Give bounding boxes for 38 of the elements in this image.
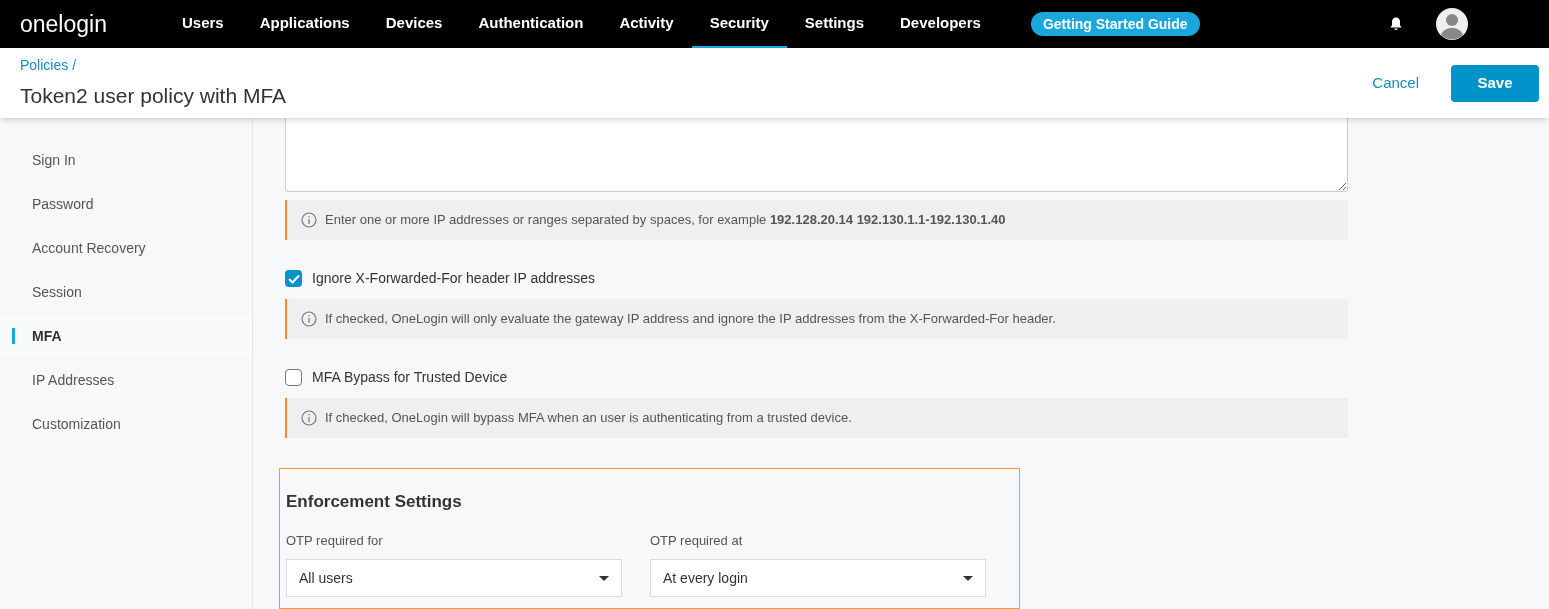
nav-tab[interactable]: Settings: [786, 0, 882, 48]
checkbox[interactable]: [285, 270, 302, 287]
dropdown[interactable]: All users: [286, 559, 622, 597]
info-icon: [301, 212, 317, 228]
hint-text: Enter one or more IP addresses or ranges separated by spaces, for example 192.128.20.14 192.130.1.1-192.130.1.40: [325, 211, 1006, 230]
caret-icon: [963, 575, 973, 581]
nav-tab[interactable]: Developers: [882, 0, 999, 48]
checkbox-label: MFA Bypass for Trusted Device: [312, 368, 508, 387]
breadcrumb-link[interactable]: Policies /: [20, 54, 287, 76]
bell-icon[interactable]: [1388, 16, 1404, 32]
sidebar-item[interactable]: Session: [0, 270, 252, 314]
hint-text: If checked, OneLogin will only evaluate the gateway IP address and ignore the IP addresses from the X-Forwarded-For header.: [325, 310, 1056, 329]
info-icon: [301, 311, 317, 327]
checkbox-label: Ignore X-Forwarded-For header IP addresses: [312, 269, 595, 288]
dropdown[interactable]: At every login: [650, 559, 986, 597]
info-icon: [301, 410, 317, 426]
nav-tab[interactable]: Activity: [601, 0, 692, 48]
checkbox[interactable]: [285, 369, 302, 386]
nav-tab[interactable]: Users: [164, 0, 242, 48]
page-title: Token2 user policy with MFA: [20, 82, 287, 109]
nav-tab[interactable]: Authentication: [460, 0, 602, 48]
sidebar-item[interactable]: Customization: [0, 402, 252, 446]
sidebar-item[interactable]: Password: [0, 182, 252, 226]
hint-text: If checked, OneLogin will bypass MFA when an user is authenticating from a trusted device.: [325, 409, 852, 428]
caret-icon: [599, 575, 609, 581]
sidebar-item[interactable]: Account Recovery: [0, 226, 252, 270]
logo: onelogin: [20, 9, 108, 39]
sidebar-item[interactable]: Sign In: [0, 138, 252, 182]
field-label: OTP required for: [286, 531, 384, 550]
save-button[interactable]: Save: [1451, 64, 1539, 102]
sidebar-item[interactable]: IP Addresses: [0, 358, 252, 402]
cancel-button[interactable]: Cancel: [1356, 71, 1435, 95]
field-label: OTP required at: [650, 531, 744, 550]
nav-tab[interactable]: Devices: [367, 0, 461, 48]
nav-tab[interactable]: Applications: [241, 0, 368, 48]
avatar-icon[interactable]: [1436, 8, 1468, 40]
section-title: Enforcement Settings: [286, 491, 463, 513]
checkmark-icon: [287, 273, 300, 284]
